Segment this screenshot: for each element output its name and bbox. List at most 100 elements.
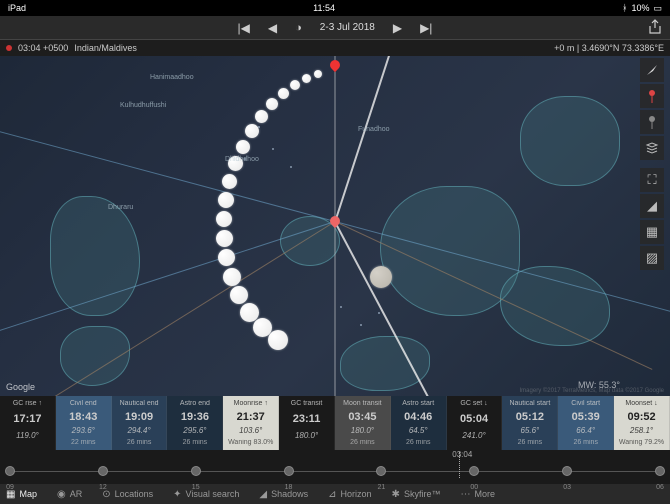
- timeline-hour-label: 00: [470, 484, 478, 491]
- grid-button[interactable]: ▦: [640, 220, 664, 244]
- nav-skyfire[interactable]: ✱Skyfire™: [392, 489, 441, 500]
- secondary-pin-button[interactable]: [640, 110, 664, 134]
- event-cell[interactable]: Astro start04:4664.5°26 mins: [391, 396, 447, 450]
- layers-button[interactable]: [640, 136, 664, 160]
- timeline-dot[interactable]: [284, 466, 294, 476]
- timeline-hour-label: 15: [192, 484, 200, 491]
- coords-label: 3.4690°N 73.3386°E: [582, 43, 664, 53]
- event-cell[interactable]: GC transit23:11180.0°: [279, 396, 335, 450]
- timeline-hour-label: 21: [378, 484, 386, 491]
- nav-ar[interactable]: ◉AR: [57, 489, 82, 500]
- cell-sub: 26 mins: [114, 439, 165, 446]
- event-cell[interactable]: Moonset ↓09:52258.1°Waning 79.2%: [614, 396, 670, 450]
- event-cell[interactable]: Nautical end19:09294.4°26 mins: [112, 396, 168, 450]
- event-data-strip: GC rise ↑17:17119.0°Civil end 18:43 293.6°…: [0, 396, 670, 450]
- nav-icon: ⋯: [460, 489, 470, 500]
- map-place-label: Dhuraru: [108, 204, 133, 211]
- date-label[interactable]: 2-3 Jul 2018: [320, 22, 375, 33]
- texture-button[interactable]: ▨: [640, 246, 664, 270]
- timeline-dot[interactable]: [376, 466, 386, 476]
- nav-icon: ⊿: [328, 489, 336, 500]
- status-right: ᚼ 10% ▭: [622, 3, 662, 14]
- elevation-label: +0 m: [554, 43, 574, 53]
- info-bar: 03:04 +0500 Indian/Maldives +0 m | 3.469…: [0, 40, 670, 56]
- cell-value: 119.0°: [2, 431, 53, 440]
- map-canvas[interactable]: HanimaadhooKulhudhuffushiDhidhdhooDhurar…: [0, 56, 670, 396]
- event-cell[interactable]: Civil end 18:43 293.6° 22 mins: [56, 396, 112, 450]
- nav-icon: ✱: [392, 489, 400, 500]
- last-button[interactable]: ▶|: [420, 21, 432, 35]
- first-button[interactable]: |◀: [238, 21, 250, 35]
- cell-title: Civil end: [58, 400, 109, 407]
- timeline-dot[interactable]: [655, 466, 665, 476]
- nav-label: Locations: [115, 489, 154, 499]
- event-cell[interactable]: Astro end19:36295.6°26 mins: [167, 396, 223, 450]
- timeline-dot[interactable]: [5, 466, 15, 476]
- pin-tool-button[interactable]: [640, 84, 664, 108]
- cell-title: Astro start: [393, 400, 444, 407]
- nav-visualsearch[interactable]: ✦Visual search: [173, 489, 239, 500]
- next-button[interactable]: ▶: [393, 21, 402, 35]
- cell-value: 180.0°: [281, 431, 332, 440]
- timeline-dot[interactable]: [98, 466, 108, 476]
- timeline-marker-time: 03:04: [452, 450, 472, 459]
- cell-title: Astro end: [169, 400, 220, 407]
- battery-icon: ▭: [653, 3, 662, 14]
- terrain-button[interactable]: ◢: [640, 194, 664, 218]
- cell-value: 241.0°: [449, 431, 500, 440]
- map-place-label: Funadhoo: [358, 126, 390, 133]
- timeline-dot[interactable]: [562, 466, 572, 476]
- locate-button[interactable]: [640, 58, 664, 82]
- cell-value: 294.4°: [114, 426, 165, 435]
- event-cell[interactable]: Moon transit 03:45 180.0° 26 mins: [335, 396, 391, 450]
- cell-time: 21:37: [225, 411, 276, 423]
- cell-value: 258.1°: [616, 426, 667, 435]
- cell-time: 03:45: [337, 411, 388, 423]
- cell-value: 180.0°: [337, 426, 388, 435]
- map-attribution: Imagery ©2017 TerraMetrics, Map data ©20…: [520, 388, 664, 394]
- map-place-label: Hanimaadhoo: [150, 74, 194, 81]
- timeline-marker[interactable]: [459, 452, 460, 478]
- timeline[interactable]: 03:04 0912151821000306: [0, 450, 670, 484]
- nav-icon: ◢: [259, 489, 267, 500]
- event-cell[interactable]: Civil start05:3966.4°26 mins: [558, 396, 614, 450]
- timeline-dot[interactable]: [469, 466, 479, 476]
- cell-time: 19:36: [169, 411, 220, 423]
- nav-label: AR: [70, 489, 83, 499]
- timeline-dot[interactable]: [191, 466, 201, 476]
- nav-icon: ✦: [173, 489, 181, 500]
- cell-sub: 26 mins: [337, 439, 388, 446]
- cell-value: 103.6°: [225, 426, 276, 435]
- cell-value: 66.4°: [560, 426, 611, 435]
- ios-status-bar: iPad 11:54 ᚼ 10% ▭: [0, 0, 670, 16]
- bluetooth-icon: ᚼ: [622, 3, 627, 13]
- cell-time: 05:39: [560, 411, 611, 423]
- expand-button[interactable]: ⛶: [640, 168, 664, 192]
- cell-value: 65.6°: [504, 426, 555, 435]
- cell-sub: 22 mins: [58, 439, 109, 446]
- timeline-hour-label: 03: [563, 484, 571, 491]
- cell-title: Nautical end: [114, 400, 165, 407]
- event-cell[interactable]: Nautical start05:1265.6°26 mins: [502, 396, 558, 450]
- cell-sub: Waning 79.2%: [616, 439, 667, 446]
- timeline-hour-label: 09: [6, 484, 14, 491]
- cell-sub: 26 mins: [560, 439, 611, 446]
- cell-title: Moonset ↓: [616, 400, 667, 407]
- event-cell[interactable]: GC set ↓05:04241.0°: [447, 396, 503, 450]
- cell-title: Moon transit: [337, 400, 388, 407]
- cell-title: Moonrise ↑: [225, 400, 276, 407]
- cell-time: 18:43: [58, 411, 109, 423]
- share-button[interactable]: [648, 19, 662, 35]
- prev-button[interactable]: ◀: [268, 21, 277, 35]
- event-cell[interactable]: GC rise ↑17:17119.0°: [0, 396, 56, 450]
- event-cell[interactable]: Moonrise ↑ 21:37 103.6° Waning 83.0%: [223, 396, 279, 450]
- cell-sub: 26 mins: [393, 439, 444, 446]
- cell-sub: Waning 83.0%: [225, 439, 276, 446]
- cell-value: 293.6°: [58, 426, 109, 435]
- nav-label: Map: [19, 489, 37, 499]
- cell-title: Nautical start: [504, 400, 555, 407]
- nav-horizon[interactable]: ⊿Horizon: [328, 489, 371, 500]
- google-logo: Google: [6, 382, 35, 392]
- nav-locations[interactable]: ⊙Locations: [102, 489, 153, 500]
- timezone-label: 03:04 +0500: [18, 43, 68, 53]
